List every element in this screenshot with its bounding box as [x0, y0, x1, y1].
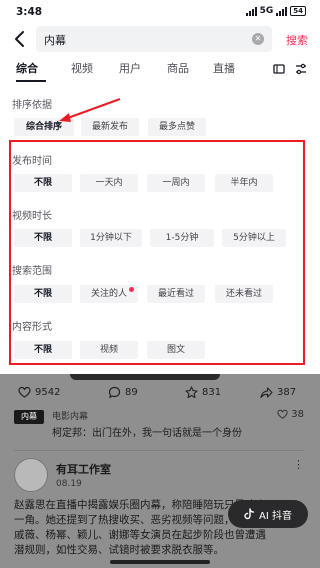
post-author[interactable]: 有耳工作室 [56, 461, 111, 477]
douyin-logo-icon [244, 508, 255, 520]
tab-goods[interactable]: 商品 [167, 60, 189, 76]
back-arrow-icon[interactable] [12, 30, 28, 48]
new-badge-dot [129, 287, 134, 292]
sort-option-most-liked[interactable]: 最多点赞 [148, 118, 206, 136]
comment-text: 柯定邦：出门在外，我一句话就是一个身份 [52, 428, 242, 439]
home-indicator [110, 560, 210, 564]
comment-source-logo: 内幕 [14, 410, 44, 424]
search-button[interactable]: 搜索 [286, 32, 308, 48]
publish-time-option-half-year[interactable]: 半年内 [215, 174, 273, 192]
grid-view-icon[interactable] [272, 62, 286, 76]
ai-assistant-button[interactable]: AI 抖音 [228, 500, 308, 528]
feed-divider [14, 450, 304, 451]
clear-icon[interactable]: ✕ [252, 33, 264, 45]
ai-assistant-label: AI 抖音 [259, 510, 292, 522]
duration-option-under-1min[interactable]: 1分钟以下 [80, 229, 142, 247]
heart-outline-icon [277, 409, 288, 419]
comment-source: 电影内幕 [52, 412, 89, 422]
battery-icon: 54 [290, 6, 306, 16]
scope-option-recently-viewed[interactable]: 最近看过 [147, 285, 205, 303]
network-label: 5G [259, 6, 274, 16]
signal-icon [245, 6, 257, 16]
scope-option-following-label: 关注的人 [90, 289, 127, 299]
comment-bubble-icon [108, 386, 121, 399]
like-stat[interactable]: 9542 [18, 386, 60, 399]
form-option-image-text[interactable]: 图文 [147, 341, 205, 359]
annotation-arrow-icon [59, 98, 121, 122]
post-line: 戚薇、杨幂、颖儿、谢娜等女演员在起步阶段也曾遭遇 [14, 529, 266, 541]
status-icons: 5G 54 [245, 6, 306, 16]
avatar[interactable] [14, 458, 48, 492]
form-option-video[interactable]: 视频 [80, 341, 138, 359]
tab-video[interactable]: 视频 [71, 60, 93, 76]
tab-all[interactable]: 综合 [16, 60, 38, 76]
comment-count: 89 [125, 387, 138, 398]
publish-time-option-week[interactable]: 一周内 [147, 174, 205, 192]
scope-option-not-viewed[interactable]: 还未看过 [215, 285, 273, 303]
form-option-any[interactable]: 不限 [14, 341, 72, 359]
scope-option-any[interactable]: 不限 [14, 285, 72, 303]
video-thumbnail-bottom [70, 374, 220, 380]
favorite-stat[interactable]: 831 [185, 386, 221, 399]
active-tab-indicator [16, 80, 46, 82]
scope-option-following[interactable]: 关注的人 [80, 285, 138, 303]
share-stat[interactable]: 387 [260, 386, 296, 399]
comment-like-count: 38 [291, 409, 304, 420]
publish-time-option-day[interactable]: 一天内 [80, 174, 138, 192]
status-bar: 3:48 5G 54 [0, 0, 320, 22]
share-count: 387 [277, 387, 297, 398]
result-tabs: 综合 视频 用户 商品 直播 [0, 56, 320, 84]
dimmed-feed[interactable]: 9542 89 831 387 内幕 电影内幕 柯定邦：出门在外，我一句话就是一… [0, 374, 320, 568]
video-stats-row: 9542 89 831 387 [0, 386, 320, 402]
star-icon [185, 386, 198, 399]
comment-stat[interactable]: 89 [108, 386, 138, 399]
publish-time-option-any[interactable]: 不限 [14, 174, 72, 192]
filter-icon[interactable] [294, 62, 308, 76]
tab-live[interactable]: 直播 [213, 60, 235, 76]
top-comment[interactable]: 内幕 电影内幕 柯定邦：出门在外，我一句话就是一个身份 38 [14, 406, 304, 444]
duration-option-over-5min[interactable]: 5分钟以上 [222, 229, 286, 247]
favorite-count: 831 [202, 387, 222, 398]
post-header[interactable]: 有耳工作室 08.19 ⋮ [14, 458, 304, 492]
search-scope-label: 搜索范围 [12, 266, 52, 277]
more-options-icon[interactable]: ⋮ [293, 458, 304, 471]
search-row: 内幕 ✕ 搜索 [0, 24, 320, 54]
sort-label: 排序依据 [12, 100, 52, 111]
duration-option-any[interactable]: 不限 [14, 229, 72, 247]
content-form-label: 内容形式 [12, 322, 52, 333]
signal-2-icon [276, 6, 288, 16]
post-line: 潜规则，如性交易、试镜时被要求脱衣服等。 [14, 544, 224, 556]
tab-user[interactable]: 用户 [119, 60, 141, 76]
video-thumbnail-edge [0, 374, 320, 380]
search-input[interactable]: 内幕 ✕ [36, 26, 272, 52]
post-date: 08.19 [56, 479, 82, 489]
comment-like[interactable]: 38 [277, 409, 304, 420]
publish-time-label: 发布时间 [12, 156, 52, 167]
like-count: 9542 [35, 387, 61, 398]
duration-option-1-5min[interactable]: 1-5分钟 [150, 229, 214, 247]
tab-fade [236, 56, 276, 84]
status-time: 3:48 [16, 6, 43, 18]
share-arrow-icon [260, 387, 273, 399]
video-duration-label: 视频时长 [12, 211, 52, 222]
heart-icon [18, 386, 31, 398]
search-query: 内幕 [44, 34, 66, 47]
